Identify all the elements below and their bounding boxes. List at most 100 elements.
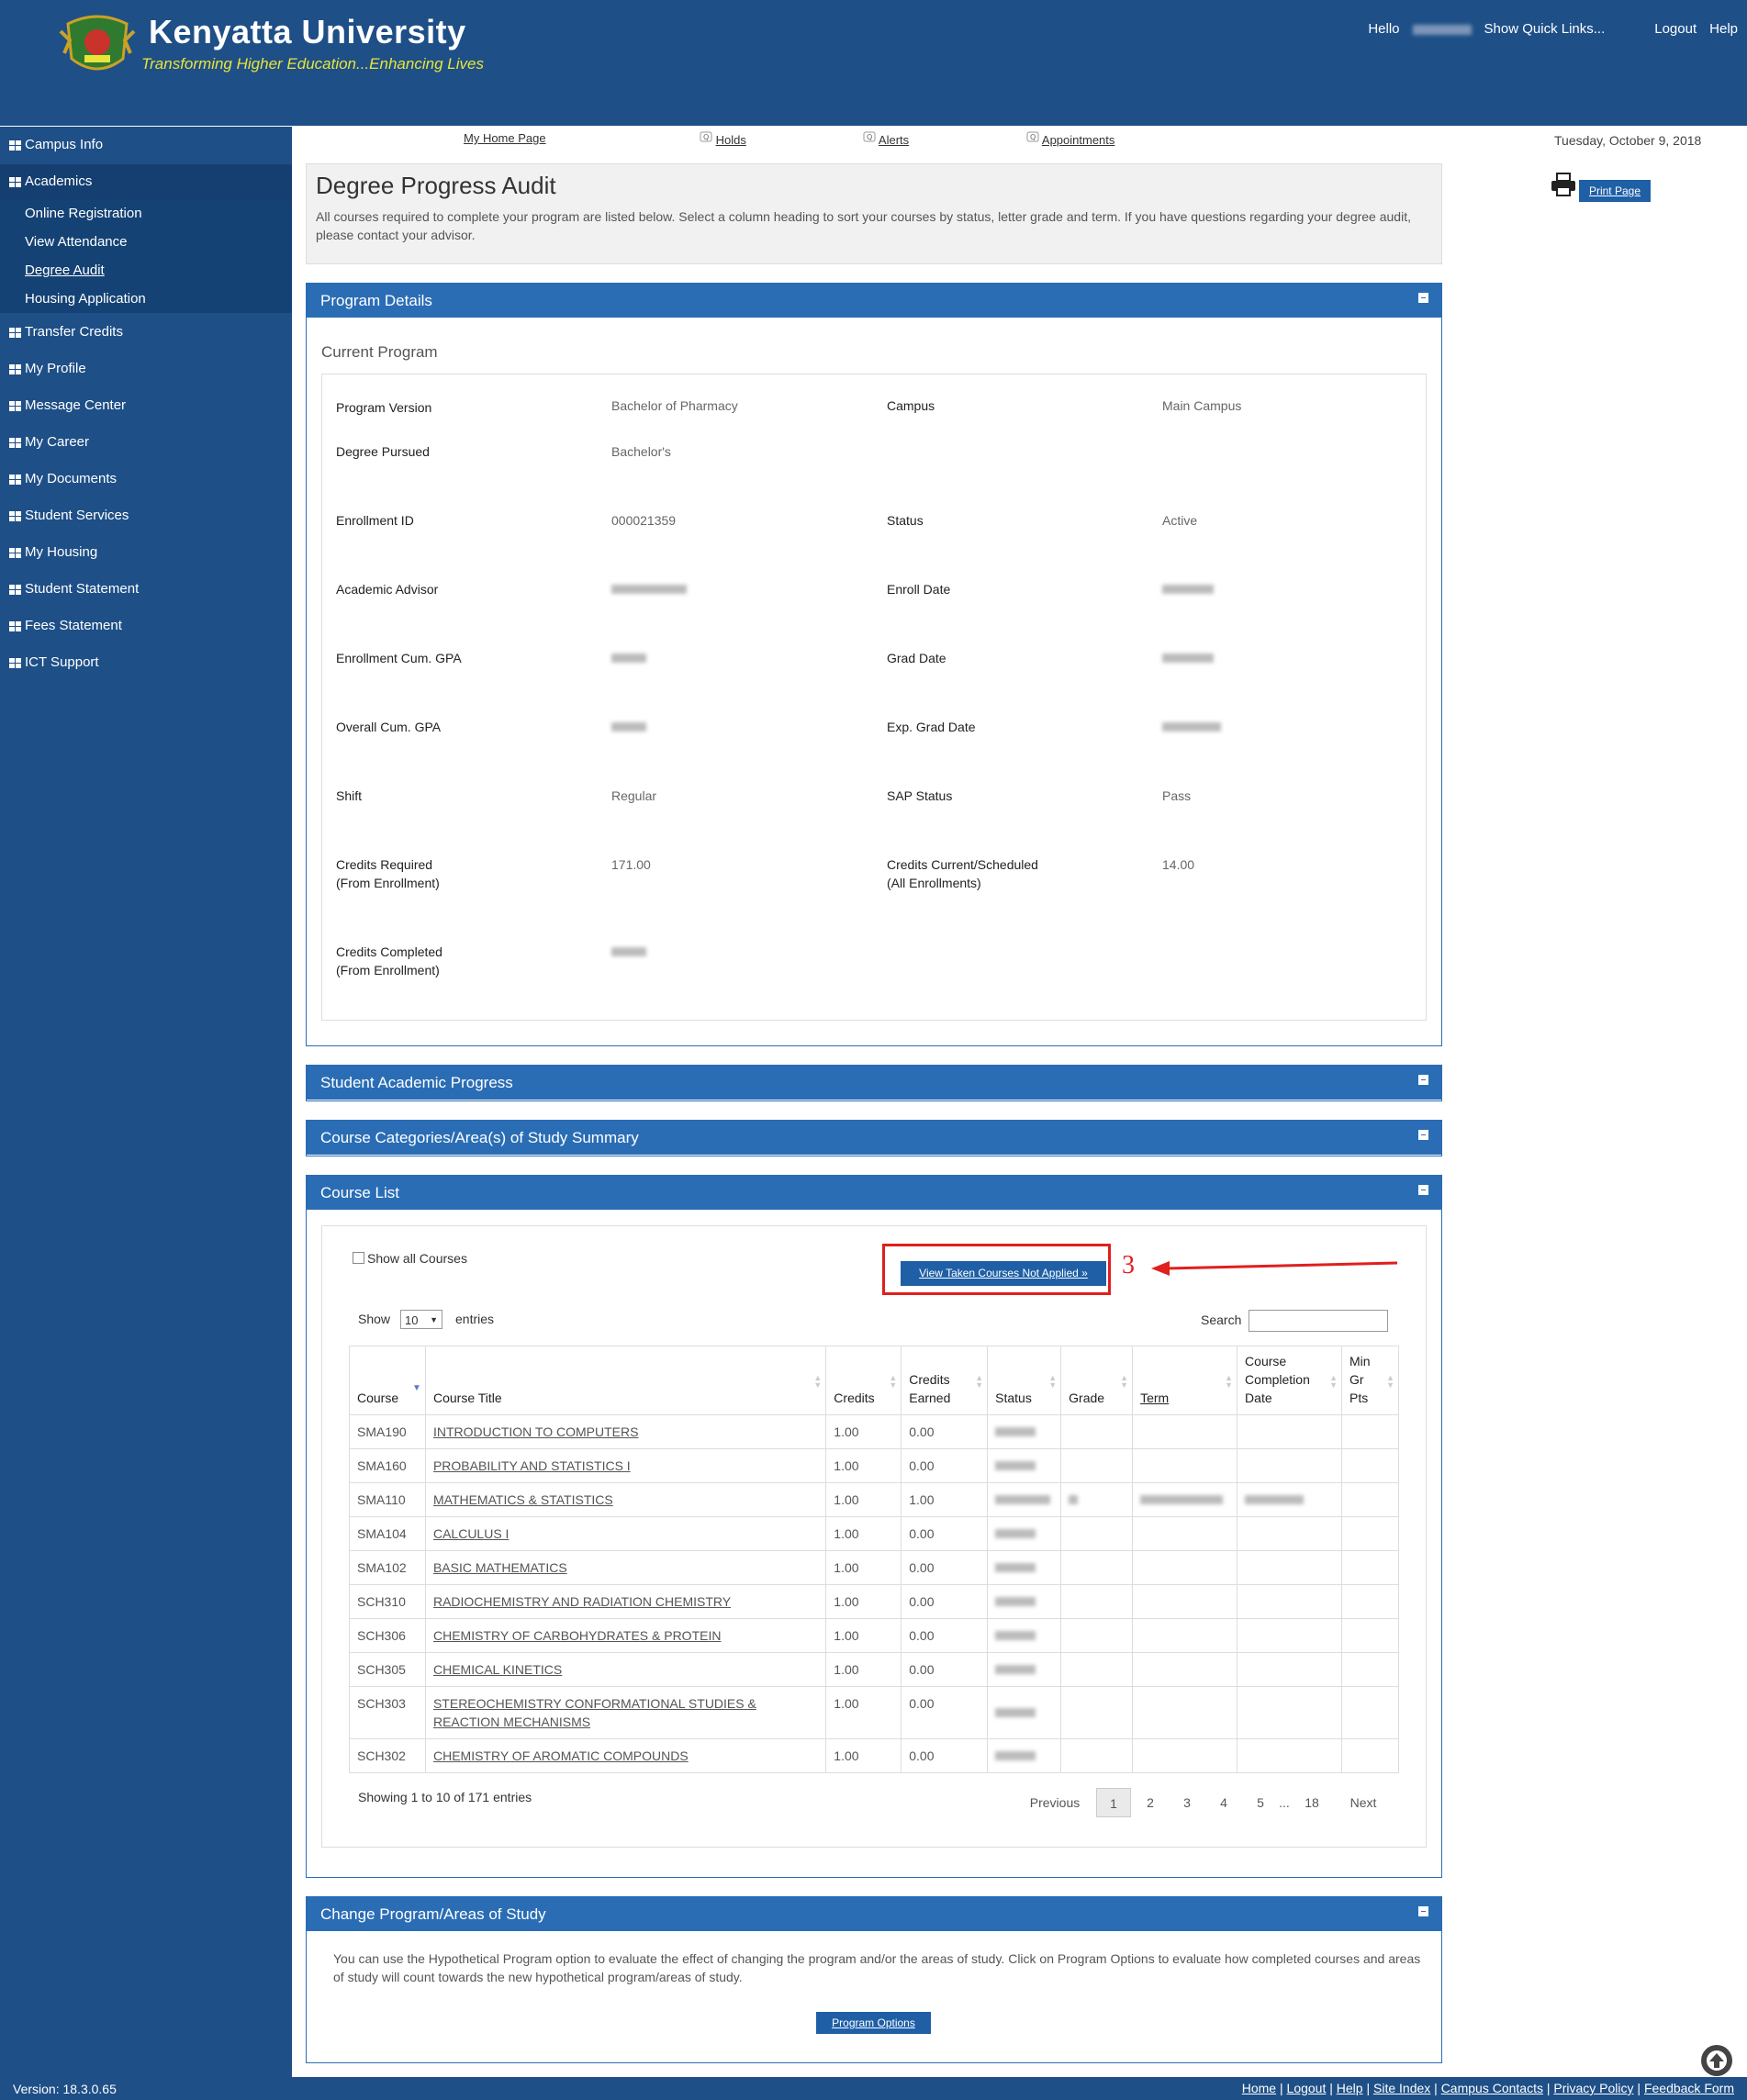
degree-value: Bachelor's [611,444,671,459]
scroll-to-top-button[interactable] [1701,2045,1732,2076]
sort-icon: ▲ ▼ [1386,1373,1394,1390]
sidebar-item-my-profile[interactable]: My Profile [0,352,292,386]
collapse-icon[interactable] [1418,1906,1428,1916]
course-title-link[interactable]: BASIC MATHEMATICS [433,1560,567,1575]
panel-header[interactable]: Course Categories/Area(s) of Study Summa… [307,1121,1441,1155]
table-row: SCH306 CHEMISTRY OF CARBOHYDRATES & PROT… [349,1618,1400,1653]
footer-privacy-link[interactable]: Privacy Policy [1553,2081,1633,2095]
sidebar-item-student-statement[interactable]: Student Statement [0,572,292,607]
sidebar-item-ict-support[interactable]: ICT Support [0,645,292,680]
pager-page[interactable]: 5 [1247,1788,1274,1817]
panel-header[interactable]: Program Details [307,284,1441,318]
sidebar-sub-degree-audit[interactable]: Degree Audit [0,256,292,285]
sidebar-item-campus-info[interactable]: Campus Info [0,128,292,162]
column-header-min-gr-pts[interactable]: Min Gr Pts ▲ ▼ [1340,1346,1400,1415]
sidebar-item-my-housing[interactable]: My Housing [0,535,292,570]
column-header-status[interactable]: Status ▲ ▼ [987,1346,1062,1415]
course-credits-earned: 1.00 [901,1482,989,1517]
sidebar-item-fees-statement[interactable]: Fees Statement [0,609,292,643]
show-all-courses-checkbox[interactable] [353,1252,364,1264]
sidebar-sub-housing-application[interactable]: Housing Application [0,285,292,313]
pager-page-current[interactable]: 1 [1096,1788,1131,1817]
course-code: SCH302 [349,1738,426,1773]
footer-help-link[interactable]: Help [1337,2081,1363,2095]
sidebar-item-student-services[interactable]: Student Services [0,498,292,533]
printer-icon[interactable] [1551,173,1576,196]
sidebar-sub-view-attendance[interactable]: View Attendance [0,228,292,256]
pager-page[interactable]: 4 [1210,1788,1237,1817]
credits-current-label: Credits Current/Scheduled (All Enrollment… [887,857,1038,890]
university-crest-logo[interactable] [59,13,136,77]
course-credits-earned: 0.00 [901,1414,989,1449]
column-header-course[interactable]: Course ▼ [349,1346,426,1415]
course-title-link[interactable]: CHEMISTRY OF AROMATIC COMPOUNDS [433,1748,689,1763]
print-page-button[interactable]: Print Page [1579,180,1651,202]
sort-icon: ▲ ▼ [975,1373,984,1390]
pager-previous[interactable]: Previous [1021,1788,1089,1817]
pager-page[interactable]: 18 [1296,1788,1327,1817]
sidebar-item-label: My Housing [25,544,98,560]
expand-icon[interactable] [1418,1130,1428,1140]
alerts-icon: Q [863,131,876,142]
course-status-redacted [987,1448,1062,1483]
collapse-icon[interactable] [1418,293,1428,303]
pager-page[interactable]: 2 [1137,1788,1164,1817]
quick-links-link[interactable]: Show Quick Links... [1484,21,1606,37]
sidebar-sub-online-registration[interactable]: Online Registration [0,199,292,228]
table-row: SCH303 STEREOCHEMISTRY CONFORMATIONAL ST… [349,1686,1400,1739]
course-title-link[interactable]: CHEMICAL KINETICS [433,1662,562,1677]
column-header-title[interactable]: Course Title ▲ ▼ [424,1346,827,1415]
pager-page[interactable]: 3 [1173,1788,1201,1817]
panel-header[interactable]: Change Program/Areas of Study [307,1897,1441,1931]
column-header-term[interactable]: Term ▲ ▼ [1132,1346,1238,1415]
column-header-grade[interactable]: Grade ▲ ▼ [1060,1346,1134,1415]
footer-home-link[interactable]: Home [1242,2081,1276,2095]
sidebar-item-transfer-credits[interactable]: Transfer Credits [0,315,292,350]
brand-tagline: Transforming Higher Education...Enhancin… [141,55,484,73]
help-link[interactable]: Help [1709,21,1738,37]
collapse-icon[interactable] [1418,1185,1428,1195]
course-title-link[interactable]: STEREOCHEMISTRY CONFORMATIONAL STUDIES &… [433,1696,756,1729]
program-options-button[interactable]: Program Options [816,2012,931,2034]
course-status-redacted [987,1584,1062,1619]
grid-icon [9,401,21,411]
sidebar-item-message-center[interactable]: Message Center [0,388,292,423]
search-input[interactable] [1249,1310,1388,1332]
appointments-link[interactable]: Q Appointments [1026,131,1114,147]
grad-date-value-redacted [1162,649,1214,667]
pager-next[interactable]: Next [1340,1788,1386,1817]
footer-feedback-link[interactable]: Feedback Form [1644,2081,1734,2095]
course-title-link[interactable]: PROBABILITY AND STATISTICS I [433,1458,631,1473]
entries-select[interactable]: 10 ▼ [400,1310,442,1329]
panel-header[interactable]: Course List [307,1176,1441,1210]
column-header-credits[interactable]: Credits ▲ ▼ [825,1346,902,1415]
top-links: Hello Show Quick Links... Logout Help [1342,21,1738,37]
alerts-link[interactable]: Q Alerts [863,131,909,147]
course-title-link[interactable]: INTRODUCTION TO COMPUTERS [433,1424,639,1439]
holds-link[interactable]: Q Holds [700,131,746,147]
sidebar-item-label: Student Statement [25,581,140,597]
view-taken-courses-button[interactable]: View Taken Courses Not Applied » [901,1261,1106,1286]
column-header-completion-date[interactable]: Course Completion Date ▲ ▼ [1237,1346,1342,1415]
sidebar-item-my-career[interactable]: My Career [0,425,292,460]
my-home-page-link[interactable]: My Home Page [464,131,546,145]
sort-icon: ▲ ▼ [889,1373,898,1390]
panel-header[interactable]: Student Academic Progress [307,1066,1441,1100]
course-title-link[interactable]: RADIOCHEMISTRY AND RADIATION CHEMISTRY [433,1594,731,1609]
sidebar-divider [0,126,292,127]
sidebar-fill [0,682,292,2077]
column-header-credits-earned[interactable]: Credits Earned ▲ ▼ [901,1346,989,1415]
course-title-link[interactable]: MATHEMATICS & STATISTICS [433,1492,613,1507]
sidebar-item-label: Campus Info [25,137,104,152]
footer-site-index-link[interactable]: Site Index [1373,2081,1430,2095]
footer-campus-contacts-link[interactable]: Campus Contacts [1441,2081,1543,2095]
course-credits-earned: 0.00 [901,1652,989,1687]
credits-completed-value-redacted [611,943,646,961]
course-title-link[interactable]: CALCULUS I [433,1526,509,1541]
logout-link[interactable]: Logout [1654,21,1697,37]
footer-logout-link[interactable]: Logout [1287,2081,1327,2095]
sidebar-item-my-documents[interactable]: My Documents [0,462,292,497]
course-title-link[interactable]: CHEMISTRY OF CARBOHYDRATES & PROTEIN [433,1628,722,1643]
sidebar-item-academics[interactable]: Academics [0,164,292,199]
expand-icon[interactable] [1418,1075,1428,1085]
